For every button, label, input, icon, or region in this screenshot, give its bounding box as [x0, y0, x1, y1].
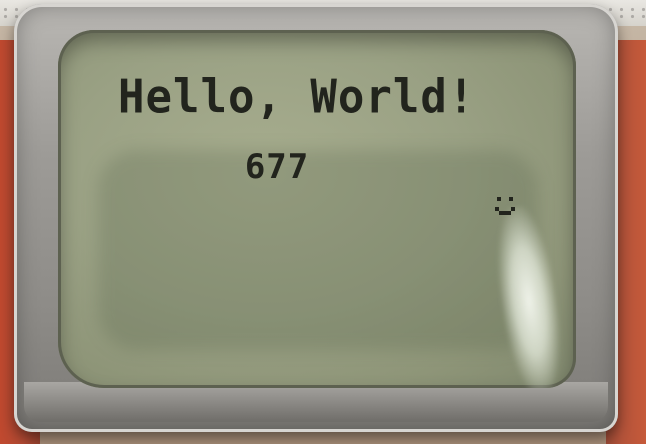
display-line-2-number: 677	[244, 147, 310, 187]
lcd-glare	[489, 203, 569, 388]
bezel-bottom-edge	[24, 382, 608, 422]
smiley-icon-svg	[495, 196, 516, 215]
display-line-2: 677	[116, 116, 516, 218]
lcd-screen: Hello, World! 677	[58, 30, 576, 388]
display-line-1: Hello, World!	[118, 70, 476, 125]
photo-scene: Hello, World! 677	[0, 0, 646, 444]
smiley-icon	[321, 157, 516, 215]
